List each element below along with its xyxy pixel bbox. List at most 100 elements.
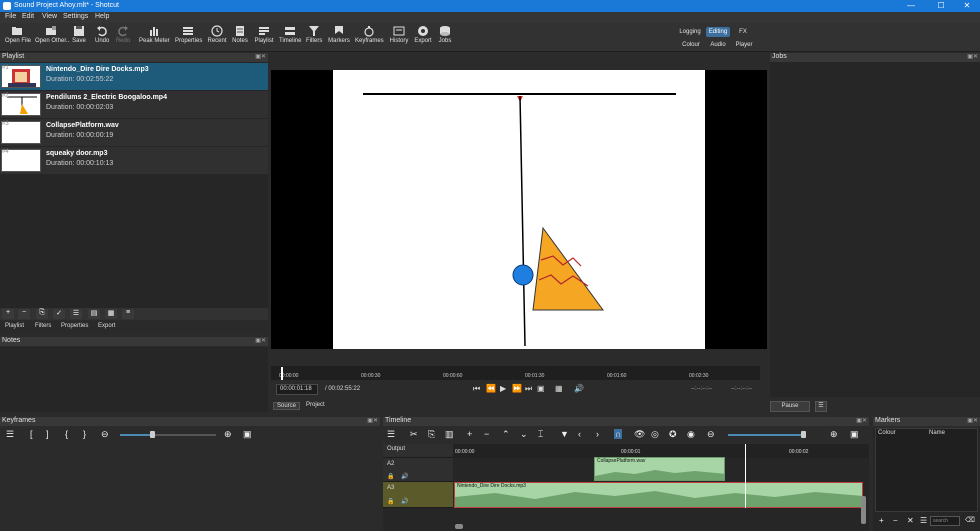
check-icon[interactable]: ✓ [53,309,65,319]
paste-icon[interactable]: ▥ [445,429,454,440]
pause-jobs-button[interactable]: Pause [770,401,810,412]
in-point[interactable]: --:--:--:-- [691,386,712,392]
ripple-delete-icon[interactable]: − [484,429,489,439]
timeline-playhead[interactable] [745,444,746,508]
update-icon[interactable]: ⎘ [36,309,48,319]
clear-icon[interactable]: ✕ [907,516,914,525]
tab-project[interactable]: Project [303,402,328,408]
column-colour[interactable]: Colour [878,430,896,436]
position-timecode[interactable]: 00:00:01:18 [276,384,318,395]
redo-button[interactable]: Redo [115,25,131,44]
out-point[interactable]: --:--:--:-- [731,386,752,392]
filters-button[interactable]: Filters [306,25,322,44]
icon-view-icon[interactable]: ▦ [105,309,117,319]
list-view-icon[interactable]: ☰ [70,309,82,319]
volume-icon[interactable]: 🔊 [401,473,408,480]
minimize-button[interactable]: — [898,0,924,12]
menu-view[interactable]: View [42,13,57,20]
timeline-clip[interactable]: CollapsePlatform.wav [594,457,725,481]
ripple-icon[interactable]: ◎ [651,429,659,440]
overwrite-icon[interactable]: ⌄ [520,429,528,440]
notes-text-area[interactable] [0,347,268,412]
layout-player[interactable]: Player [734,40,754,50]
skip-next-icon[interactable]: ⏭ [525,384,532,394]
volume-icon[interactable]: 🔊 [401,498,408,505]
tab-filters[interactable]: Filters [35,323,51,329]
markers-list[interactable] [875,428,978,512]
peak-meter-button[interactable]: Peak Meter [139,25,170,44]
dock-float-close-icon[interactable]: ▣✕ [967,417,978,424]
lock-icon[interactable]: 🔒 [387,473,394,480]
menu-icon[interactable]: ☰ [387,429,395,440]
jobs-menu-button[interactable]: ☰ [815,401,827,412]
zoom-slider[interactable] [728,434,804,436]
cut-icon[interactable]: ✂ [410,429,418,440]
timeline-ruler[interactable]: 00:00:00 00:00:01 00:00:02 [453,444,869,458]
zoom-slider-knob[interactable] [150,431,155,438]
prev-marker-icon[interactable]: ‹ [578,429,581,439]
player-scrub-bar[interactable]: 00:00:00 00:00:30 00:00:60 00:01:30 00:0… [271,366,760,380]
layout-editing[interactable]: Editing [706,27,730,37]
undo-button[interactable]: Undo [95,25,109,44]
grid-icon[interactable]: ▦ [555,384,563,393]
scrub-icon[interactable]: 👁 [634,429,645,440]
marker-icon[interactable]: ▼ [560,429,569,439]
horizontal-scrollbar[interactable] [455,524,463,529]
save-button[interactable]: Save [72,25,86,44]
track-head-a3[interactable]: A3 🔒 🔊 [383,482,453,508]
next-marker-icon[interactable]: › [596,429,599,439]
ripple-all-icon[interactable]: ✪ [669,429,677,440]
zoom-fit-icon[interactable]: ▣ [850,429,859,440]
set-out-icon[interactable]: ] [46,429,49,439]
detail-view-icon[interactable]: ▤ [88,309,100,319]
skip-previous-icon[interactable]: ⏮ [473,384,480,394]
export-button[interactable]: Export [414,25,432,44]
vertical-scrollbar[interactable] [861,496,866,524]
ripple-markers-icon[interactable]: ◉ [687,429,695,440]
timeline-clip[interactable]: Nintendo_Dire Dire Docks.mp3 [454,482,863,508]
maximize-button[interactable]: ☐ [928,0,954,12]
layout-audio[interactable]: Audio [708,40,728,50]
prev-keyframe-icon[interactable]: { [65,429,68,439]
add-icon[interactable]: + [2,309,14,319]
open-other-button[interactable]: Open Other.. [35,25,69,44]
recent-button[interactable]: Recent [207,25,227,44]
menu-edit[interactable]: Edit [22,13,34,20]
fast-forward-icon[interactable]: ⏩ [512,384,522,393]
next-keyframe-icon[interactable]: } [83,429,86,439]
timeline-button[interactable]: Timeline [279,25,301,44]
history-button[interactable]: History [389,25,409,44]
track-head-a2[interactable]: A2 🔒 🔊 [383,458,453,482]
dock-float-close-icon[interactable]: ▣✕ [367,417,378,424]
dock-float-close-icon[interactable]: ▣✕ [967,53,978,60]
playlist-item[interactable]: #1 Nintendo_Dire Dire Docks.mp3 Duration… [0,63,268,90]
playhead[interactable] [281,367,283,380]
zoom-in-icon[interactable]: ⊕ [830,429,838,440]
snap-icon[interactable]: ∩ [614,429,623,439]
tab-properties[interactable]: Properties [61,323,88,329]
zoom-fit-icon[interactable]: ▣ [243,429,252,440]
layout-fx[interactable]: FX [736,27,750,37]
menu-icon[interactable]: ≡ [122,309,134,319]
tab-export[interactable]: Export [98,323,115,329]
lift-icon[interactable]: ⌃ [502,429,510,440]
tab-playlist[interactable]: Playlist [5,323,24,329]
zoom-out-icon[interactable]: ⊖ [101,429,109,440]
video-viewer[interactable] [271,70,767,349]
zoom-slider-knob[interactable] [801,431,806,438]
playlist-item[interactable]: #4 squeaky door.mp3 Duration: 00:00:10:1… [0,147,268,174]
menu-icon[interactable]: ☰ [6,429,14,440]
copy-icon[interactable]: ⎘ [428,429,435,440]
play-icon[interactable]: ▶ [500,384,506,393]
marker-search-input[interactable]: search [930,516,960,526]
open-file-button[interactable]: Open File [5,25,31,44]
menu-settings[interactable]: Settings [63,13,88,20]
zoom-in-icon[interactable]: ⊕ [224,429,232,440]
close-button[interactable]: ✕ [954,0,980,12]
lock-icon[interactable]: 🔒 [387,498,394,505]
rewind-icon[interactable]: ⏪ [486,384,496,393]
jobs-button[interactable]: Jobs [437,25,453,44]
remove-icon[interactable]: − [893,516,898,525]
menu-help[interactable]: Help [95,13,109,20]
clear-search-icon[interactable]: ⌫ [965,516,975,524]
